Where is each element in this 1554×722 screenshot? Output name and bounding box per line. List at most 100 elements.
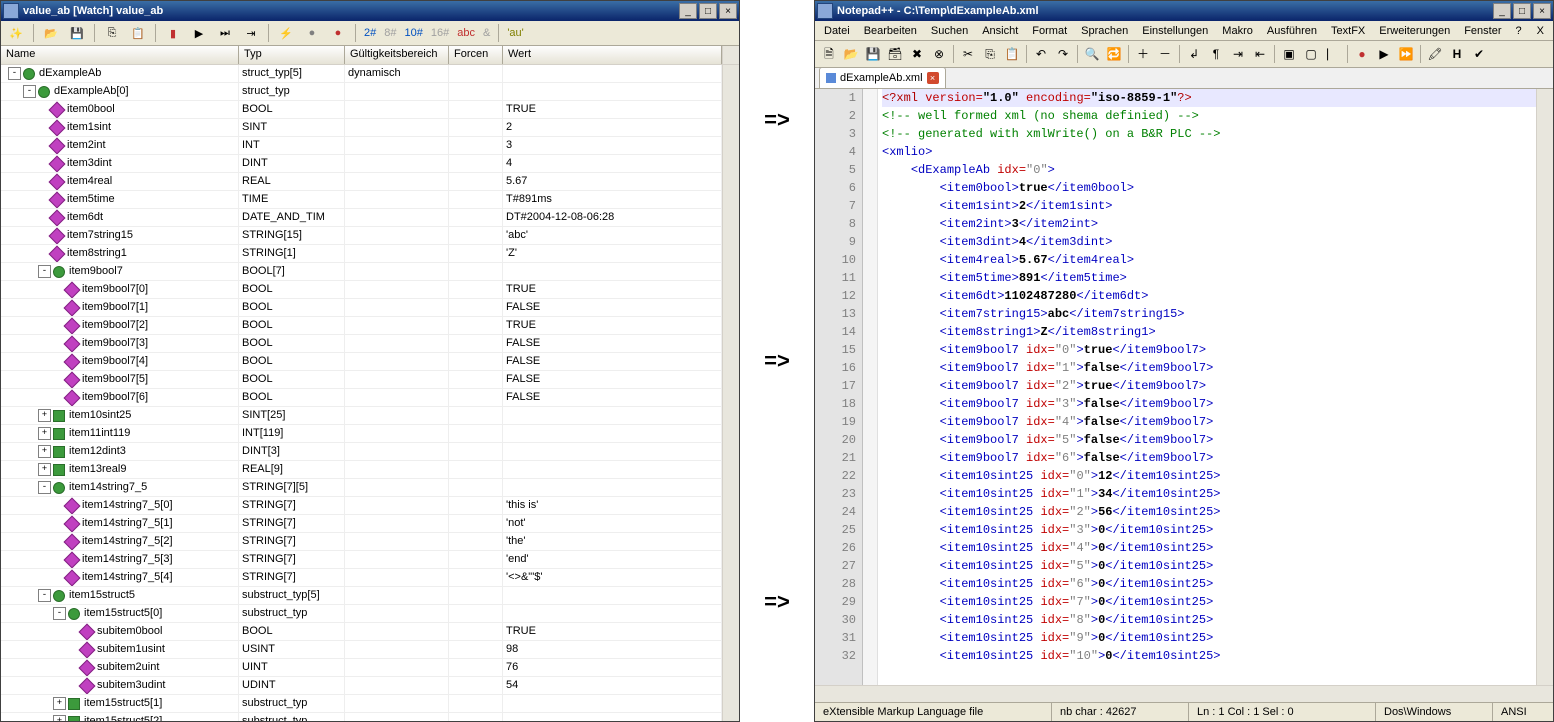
menu-erweiterungen[interactable]: Erweiterungen: [1372, 23, 1457, 39]
cut-icon[interactable]: ✂: [958, 44, 978, 64]
row-value[interactable]: [503, 461, 722, 478]
code-line[interactable]: <item3dint>4</item3dint>: [882, 233, 1536, 251]
code-line[interactable]: <item4real>5.67</item4real>: [882, 251, 1536, 269]
row-value[interactable]: 2: [503, 119, 722, 136]
expander-icon[interactable]: +: [53, 715, 66, 721]
record-icon[interactable]: ▮: [162, 22, 184, 44]
maximize-button[interactable]: □: [1513, 3, 1531, 19]
row-force[interactable]: [449, 299, 503, 316]
format-binary[interactable]: 2#: [362, 27, 378, 39]
code-line[interactable]: <item8string1>Z</item8string1>: [882, 323, 1536, 341]
code-line[interactable]: <item10sint25 idx="10">0</item10sint25>: [882, 647, 1536, 665]
wand-icon[interactable]: ✨: [5, 22, 27, 44]
row-force[interactable]: [449, 659, 503, 676]
code-line[interactable]: <!-- generated with xmlWrite() on a B&R …: [882, 125, 1536, 143]
table-row[interactable]: item14string7_5[2]STRING[7]'the': [1, 533, 722, 551]
row-force[interactable]: [449, 101, 503, 118]
watch-tree[interactable]: -dExampleAbstruct_typ[5]dynamisch-dExamp…: [1, 65, 722, 721]
table-row[interactable]: subitem1usintUSINT98: [1, 641, 722, 659]
row-force[interactable]: [449, 713, 503, 721]
row-value[interactable]: TRUE: [503, 317, 722, 334]
table-row[interactable]: +item15struct5[1]substruct_typ: [1, 695, 722, 713]
col-typ[interactable]: Typ: [239, 46, 345, 64]
row-force[interactable]: [449, 389, 503, 406]
menu-einstellungen[interactable]: Einstellungen: [1135, 23, 1215, 39]
row-force[interactable]: [449, 245, 503, 262]
code-line[interactable]: <item7string15>abc</item7string15>: [882, 305, 1536, 323]
code-line[interactable]: <item10sint25 idx="5">0</item10sint25>: [882, 557, 1536, 575]
col-force[interactable]: Forcen: [449, 46, 503, 64]
editor-hscrollbar[interactable]: [815, 685, 1553, 702]
row-value[interactable]: 5.67: [503, 173, 722, 190]
row-force[interactable]: [449, 587, 503, 604]
row-force[interactable]: [449, 677, 503, 694]
table-row[interactable]: item14string7_5[3]STRING[7]'end': [1, 551, 722, 569]
table-row[interactable]: -item15struct5[0]substruct_typ: [1, 605, 722, 623]
menu-bearbeiten[interactable]: Bearbeiten: [857, 23, 924, 39]
new-icon[interactable]: 🗎: [819, 44, 839, 64]
row-force[interactable]: [449, 281, 503, 298]
table-row[interactable]: item9bool7[6]BOOLFALSE: [1, 389, 722, 407]
row-value[interactable]: '<>&"'$': [503, 569, 722, 586]
code-line[interactable]: <xmlio>: [882, 143, 1536, 161]
expander-icon[interactable]: +: [53, 697, 66, 710]
menu-?[interactable]: ?: [1508, 23, 1528, 39]
zoom-in-icon[interactable]: ＋: [1133, 44, 1153, 64]
table-row[interactable]: +item11int119INT[119]: [1, 425, 722, 443]
zoom-out-icon[interactable]: －: [1155, 44, 1175, 64]
row-force[interactable]: [449, 119, 503, 136]
row-force[interactable]: [449, 641, 503, 658]
format-hex[interactable]: 16#: [429, 27, 451, 39]
row-force[interactable]: [449, 65, 503, 82]
table-row[interactable]: item9bool7[3]BOOLFALSE: [1, 335, 722, 353]
table-row[interactable]: subitem0boolBOOLTRUE: [1, 623, 722, 641]
col-name[interactable]: Name: [1, 46, 239, 64]
row-force[interactable]: [449, 263, 503, 280]
row-force[interactable]: [449, 461, 503, 478]
copy-icon[interactable]: ⎘: [101, 22, 123, 44]
hex-icon[interactable]: H: [1447, 44, 1467, 64]
row-value[interactable]: [503, 695, 722, 712]
row-value[interactable]: [503, 605, 722, 622]
row-force[interactable]: [449, 209, 503, 226]
undo-icon[interactable]: ↶: [1031, 44, 1051, 64]
row-force[interactable]: [449, 479, 503, 496]
menu-textfx[interactable]: TextFX: [1324, 23, 1372, 39]
expander-icon[interactable]: +: [38, 463, 51, 476]
showall-icon[interactable]: ¶: [1206, 44, 1226, 64]
code-line[interactable]: <item10sint25 idx="6">0</item10sint25>: [882, 575, 1536, 593]
expander-icon[interactable]: +: [38, 427, 51, 440]
code-line[interactable]: <item9bool7 idx="4">false</item9bool7>: [882, 413, 1536, 431]
row-value[interactable]: 'Z': [503, 245, 722, 262]
table-row[interactable]: item9bool7[1]BOOLFALSE: [1, 299, 722, 317]
row-value[interactable]: [503, 443, 722, 460]
table-row[interactable]: -item14string7_5STRING[7][5]: [1, 479, 722, 497]
menu-sprachen[interactable]: Sprachen: [1074, 23, 1135, 39]
expander-icon[interactable]: -: [38, 265, 51, 278]
spell-icon[interactable]: ✔: [1469, 44, 1489, 64]
macro-play-icon[interactable]: ▶: [1374, 44, 1394, 64]
row-force[interactable]: [449, 515, 503, 532]
notepad-titlebar[interactable]: Notepad++ - C:\Temp\dExampleAb.xml _ □ ×: [815, 1, 1553, 21]
menu-mdi-close[interactable]: X: [1530, 23, 1551, 39]
row-value[interactable]: [503, 263, 722, 280]
export-icon[interactable]: ⇥: [240, 22, 262, 44]
replace-icon[interactable]: 🔁: [1104, 44, 1124, 64]
watch-vscrollbar[interactable]: [722, 65, 739, 721]
code-line[interactable]: <item10sint25 idx="3">0</item10sint25>: [882, 521, 1536, 539]
row-value[interactable]: FALSE: [503, 389, 722, 406]
dot-red-icon[interactable]: ●: [327, 22, 349, 44]
row-value[interactable]: TRUE: [503, 101, 722, 118]
col-value[interactable]: Wert: [503, 46, 722, 64]
row-value[interactable]: 'the': [503, 533, 722, 550]
expander-icon[interactable]: -: [38, 589, 51, 602]
code-line[interactable]: <item10sint25 idx="8">0</item10sint25>: [882, 611, 1536, 629]
code-line[interactable]: <item9bool7 idx="6">false</item9bool7>: [882, 449, 1536, 467]
menu-suchen[interactable]: Suchen: [924, 23, 975, 39]
row-force[interactable]: [449, 191, 503, 208]
code-line[interactable]: <item2int>3</item2int>: [882, 215, 1536, 233]
row-value[interactable]: [503, 407, 722, 424]
code-line[interactable]: <item10sint25 idx="7">0</item10sint25>: [882, 593, 1536, 611]
row-value[interactable]: FALSE: [503, 299, 722, 316]
table-row[interactable]: subitem2uintUINT76: [1, 659, 722, 677]
